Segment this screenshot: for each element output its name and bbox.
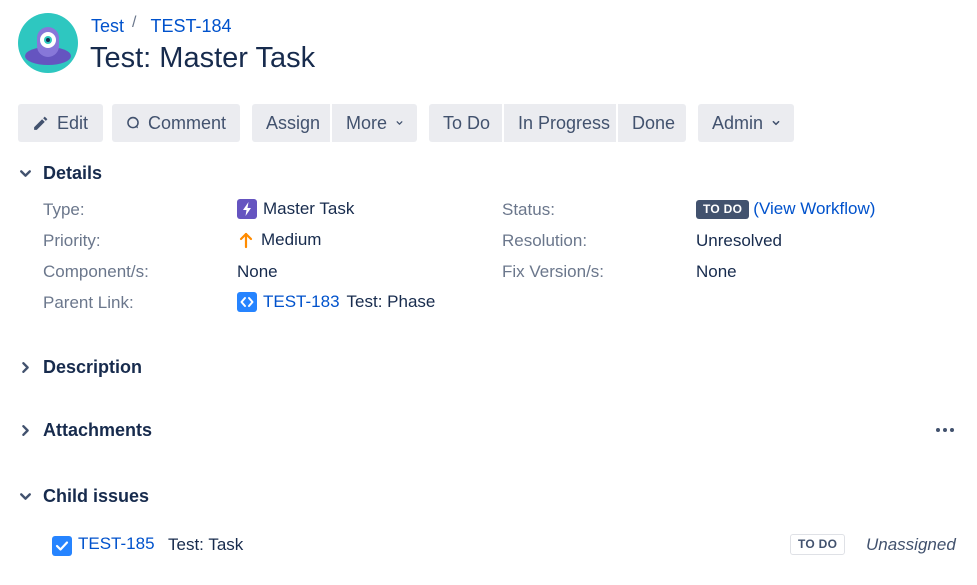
attachments-heading: Attachments — [43, 420, 153, 440]
breadcrumb: Test / TEST-184 — [91, 13, 232, 37]
chevron-down-icon — [772, 120, 780, 126]
type-value: Master Task — [237, 199, 354, 219]
admin-button[interactable]: Admin — [698, 104, 794, 142]
done-button[interactable]: Done — [618, 104, 686, 142]
master-task-icon — [237, 199, 257, 219]
attachments-section-toggle[interactable]: Attachments — [18, 420, 152, 441]
breadcrumb-issue-link[interactable]: TEST-184 — [150, 16, 231, 37]
comment-button-label: Comment — [147, 112, 226, 133]
to-do-button[interactable]: To Do — [429, 104, 502, 142]
status-badge: TO DO — [790, 534, 846, 555]
to-do-button-label: To Do — [443, 112, 491, 133]
details-section-toggle[interactable]: Details — [18, 163, 102, 184]
component-label: Component/s: — [43, 262, 149, 281]
child-issues-section-toggle[interactable]: Child issues — [18, 486, 149, 507]
workflow-transitions: To Do In Progress Done — [429, 104, 686, 142]
type-label: Type: — [43, 200, 85, 219]
parent-link-value: TEST-183 Test: Phase — [237, 292, 435, 312]
more-button-label: More — [346, 112, 388, 133]
description-section-toggle[interactable]: Description — [18, 357, 142, 378]
details-heading: Details — [43, 163, 103, 183]
table-row[interactable]: TEST-185 Test: Task TO DO Unassigned — [0, 531, 977, 561]
fix-version-label: Fix Version/s: — [502, 262, 605, 281]
breadcrumb-project-link[interactable]: Test — [91, 16, 124, 37]
comment-button[interactable]: Comment — [112, 104, 240, 142]
in-progress-button-label: In Progress — [518, 112, 611, 133]
child-issue-summary: Test: Task — [168, 535, 244, 554]
priority-value-text: Medium — [261, 230, 322, 249]
assign-more-group: Assign More — [252, 104, 417, 142]
checkbox-checked-icon[interactable] — [52, 536, 72, 556]
parent-link-label: Parent Link: — [43, 293, 134, 312]
ellipsis-icon — [936, 428, 954, 432]
view-workflow-link[interactable]: (View Workflow) — [753, 199, 875, 219]
child-issue-assignee: Unassigned — [866, 535, 956, 554]
epic-link-icon — [237, 292, 257, 312]
assign-button-label: Assign — [266, 112, 321, 133]
status-label: Status: — [502, 200, 555, 219]
parent-issue-link[interactable]: TEST-183 — [263, 292, 340, 312]
admin-button-label: Admin — [712, 112, 764, 133]
breadcrumb-separator: / — [132, 13, 137, 31]
chevron-down-icon — [396, 121, 403, 125]
child-issue-key-link[interactable]: TEST-185 — [78, 534, 155, 554]
project-avatar-icon[interactable] — [18, 13, 78, 73]
chevron-down-icon — [20, 493, 31, 500]
edit-button-label: Edit — [57, 112, 89, 133]
component-value: None — [237, 262, 278, 281]
page-title: Test: Master Task — [90, 42, 316, 74]
fix-version-value: None — [696, 262, 737, 281]
chevron-down-icon — [20, 170, 31, 177]
arrow-up-icon — [239, 232, 253, 249]
more-button[interactable]: More — [332, 104, 417, 142]
pencil-icon — [34, 116, 48, 130]
description-heading: Description — [43, 357, 143, 377]
comment-icon — [127, 116, 139, 129]
chevron-right-icon — [22, 362, 29, 373]
status-badge: TO DO — [696, 199, 750, 219]
priority-label: Priority: — [43, 231, 101, 250]
child-issues-heading: Child issues — [43, 486, 150, 506]
resolution-label: Resolution: — [502, 231, 588, 250]
priority-value: Medium — [237, 230, 321, 250]
issue-toolbar: Edit Comment Assign More To Do In Progre… — [18, 104, 794, 142]
done-button-label: Done — [632, 112, 676, 133]
assign-button[interactable]: Assign — [252, 104, 330, 142]
edit-button[interactable]: Edit — [18, 104, 103, 142]
type-value-text: Master Task — [263, 199, 355, 218]
chevron-right-icon — [22, 425, 29, 436]
attachments-more-button[interactable] — [935, 423, 955, 442]
status-value: TO DO (View Workflow) — [696, 199, 875, 219]
in-progress-button[interactable]: In Progress — [504, 104, 616, 142]
parent-issue-summary: Test: Phase — [346, 292, 436, 311]
resolution-value: Unresolved — [696, 231, 782, 250]
